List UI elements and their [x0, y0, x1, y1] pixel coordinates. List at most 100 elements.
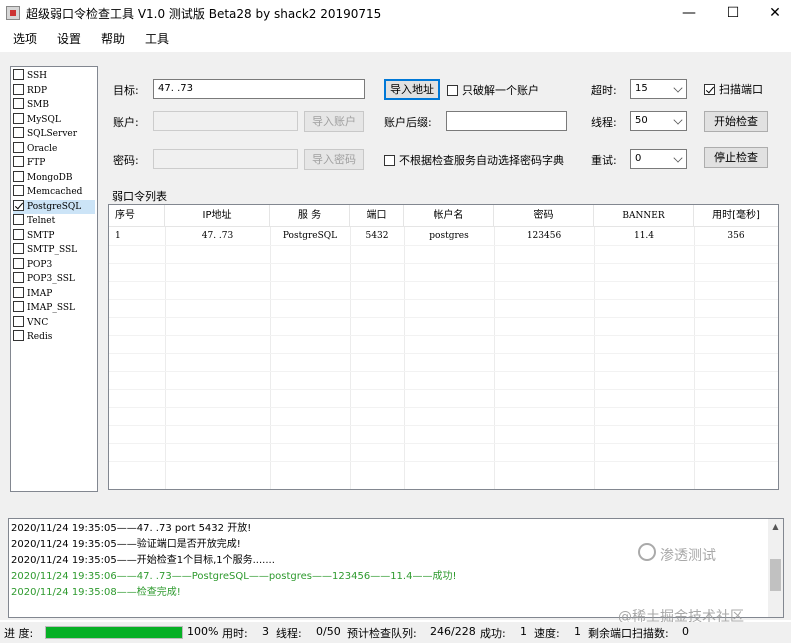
remaining-value: 0: [682, 625, 689, 638]
checkbox-box: [13, 69, 24, 80]
maximize-button[interactable]: ☐: [710, 0, 756, 26]
service-label: Memcached: [27, 187, 83, 197]
checkbox-box: [13, 243, 24, 254]
service-item-imap[interactable]: IMAP: [13, 286, 95, 301]
close-button[interactable]: ✕: [752, 0, 791, 26]
service-label: FTP: [27, 158, 46, 168]
progress-percent: 100%: [187, 625, 219, 638]
service-item-oracle[interactable]: Oracle: [13, 141, 95, 156]
checkbox-box: [13, 170, 24, 182]
cell-ip: 47. .73: [201, 231, 234, 241]
service-item-memcached[interactable]: Memcached: [13, 185, 95, 199]
target-input[interactable]: 47. .73: [153, 79, 365, 99]
checkbox-box: [13, 315, 24, 327]
password-label: 密码:: [113, 154, 139, 167]
account-suffix-label: 账户后缀:: [384, 116, 432, 129]
column-header-time[interactable]: 用时[毫秒]: [694, 205, 778, 227]
grid-line: [350, 227, 351, 489]
service-item-smtp-ssl[interactable]: SMTP_SSL: [13, 243, 95, 257]
service-label: SMB: [27, 100, 49, 110]
only-one-account-checkbox[interactable]: 只破解一个账户: [447, 82, 539, 98]
log-line: 2020/11/24 19:35:05——验证端口是否开放完成!: [11, 539, 241, 550]
timeout-select[interactable]: 15: [630, 79, 687, 99]
menu-settings[interactable]: 设置: [57, 30, 81, 47]
grid-line: [109, 353, 778, 354]
service-item-postgresql[interactable]: PostgreSQL: [13, 199, 95, 214]
service-checklist[interactable]: SSH RDP SMB MySQL SQLServer Oracle FTP MongoDB M…: [10, 66, 98, 492]
import-account-button[interactable]: 导入账户: [304, 111, 364, 132]
progress-fill: [46, 627, 182, 638]
retry-select[interactable]: 0: [630, 149, 687, 169]
threads-select[interactable]: 50: [630, 111, 687, 131]
account-input[interactable]: [153, 111, 298, 131]
service-item-redis[interactable]: Redis: [13, 330, 95, 344]
service-item-rdp[interactable]: RDP: [13, 83, 95, 98]
scan-port-checkbox[interactable]: 扫描端口: [704, 81, 763, 97]
table-row[interactable]: 1 47. .73 PostgreSQL 5432 postgres 12345…: [109, 227, 778, 245]
service-label: RDP: [27, 85, 48, 96]
column-header-port[interactable]: 端口: [350, 205, 404, 227]
service-item-ssh[interactable]: SSH: [13, 69, 95, 83]
menu-tools[interactable]: 工具: [145, 30, 169, 47]
cell-password: 123456: [526, 231, 562, 241]
grid-line: [594, 227, 595, 489]
progress-bar: [45, 626, 183, 639]
service-item-pop3-ssl[interactable]: POP3_SSL: [13, 272, 95, 286]
service-item-telnet[interactable]: Telnet: [13, 214, 95, 228]
log-line-complete: 2020/11/24 19:35:08——检查完成!: [11, 587, 181, 598]
service-item-smtp[interactable]: SMTP: [13, 228, 95, 243]
checkbox-box: [13, 185, 24, 196]
column-header-index[interactable]: 序号: [109, 205, 165, 227]
service-label: PostgreSQL: [27, 201, 82, 212]
checkbox-box: [13, 127, 24, 138]
service-label: SQLServer: [27, 129, 78, 139]
checkbox-box: [384, 155, 395, 166]
account-label: 账户:: [113, 116, 139, 129]
service-item-pop3[interactable]: POP3: [13, 257, 95, 272]
column-header-service[interactable]: 服 务: [270, 205, 350, 227]
remaining-label: 剩余端口扫描数:: [588, 627, 669, 640]
service-label: Telnet: [27, 216, 56, 226]
scroll-up-icon[interactable]: ▲: [768, 519, 783, 534]
retry-value: 0: [635, 153, 642, 164]
results-table[interactable]: 序号 IP地址 服 务 端口 帐户名 密码 BANNER 用时[毫秒] 1 47…: [108, 204, 779, 490]
no-auto-dict-checkbox[interactable]: 不根据检查服务自动选择密码字典: [384, 152, 564, 168]
log-output[interactable]: 2020/11/24 19:35:05——47. .73 port 5432 开…: [8, 518, 784, 618]
import-address-button[interactable]: 导入地址: [384, 79, 440, 100]
checkbox-box: [13, 257, 24, 269]
service-label: SSH: [27, 71, 48, 81]
password-input[interactable]: [153, 149, 298, 169]
cell-port: 5432: [365, 231, 389, 241]
checkbox-box: [13, 214, 24, 225]
start-check-button[interactable]: 开始检查: [704, 111, 768, 132]
stop-check-button[interactable]: 停止检查: [704, 147, 768, 168]
checkbox-box: [13, 228, 24, 240]
grid-line: [270, 227, 271, 489]
menu-help[interactable]: 帮助: [101, 30, 125, 47]
service-label: SMTP: [27, 230, 55, 241]
service-item-mysql[interactable]: MySQL: [13, 112, 95, 127]
column-header-ip[interactable]: IP地址: [165, 205, 270, 227]
minimize-button[interactable]: —: [666, 0, 712, 26]
service-item-smb[interactable]: SMB: [13, 98, 95, 112]
checkbox-box: [447, 85, 458, 96]
only-one-account-label: 只破解一个账户: [462, 84, 539, 97]
threads-status-value: 0/50: [316, 625, 341, 638]
target-label: 目标:: [113, 84, 139, 97]
threads-status-label: 线程:: [276, 627, 302, 640]
service-item-mongodb[interactable]: MongoDB: [13, 170, 95, 185]
column-header-banner[interactable]: BANNER: [594, 205, 694, 227]
log-scrollbar[interactable]: ▲: [768, 519, 783, 617]
threads-label: 线程:: [591, 116, 617, 129]
column-header-password[interactable]: 密码: [494, 205, 594, 227]
service-item-sqlserver[interactable]: SQLServer: [13, 127, 95, 141]
column-header-account[interactable]: 帐户名: [404, 205, 494, 227]
account-suffix-input[interactable]: [446, 111, 567, 131]
service-item-vnc[interactable]: VNC: [13, 315, 95, 330]
service-item-imap-ssl[interactable]: IMAP_SSL: [13, 301, 95, 315]
import-password-button[interactable]: 导入密码: [304, 149, 364, 170]
service-item-ftp[interactable]: FTP: [13, 156, 95, 170]
grid-line: [109, 443, 778, 444]
menu-options[interactable]: 选项: [13, 30, 37, 47]
scrollbar-thumb[interactable]: [770, 559, 781, 591]
